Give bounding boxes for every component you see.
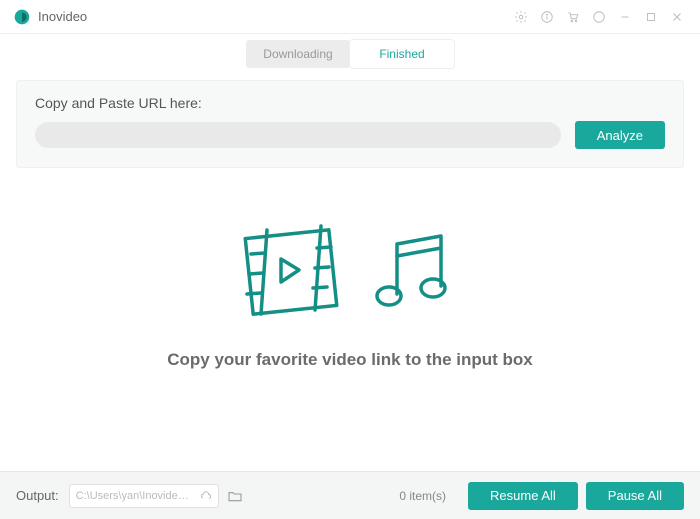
output-path-text: C:\Users\yan\Inovideo\D... xyxy=(76,490,194,502)
settings-icon[interactable] xyxy=(508,4,534,30)
film-icon xyxy=(241,224,341,320)
resume-all-button[interactable]: Resume All xyxy=(468,482,578,510)
titlebar: Inovideo xyxy=(0,0,700,34)
output-label: Output: xyxy=(16,488,59,503)
open-folder-button[interactable] xyxy=(227,488,243,504)
info-icon[interactable] xyxy=(534,4,560,30)
help-icon[interactable] xyxy=(586,4,612,30)
cart-icon[interactable] xyxy=(560,4,586,30)
url-label: Copy and Paste URL here: xyxy=(35,95,665,111)
empty-message: Copy your favorite video link to the inp… xyxy=(167,350,533,370)
minimize-icon[interactable] xyxy=(612,4,638,30)
app-title: Inovideo xyxy=(38,9,87,24)
app-logo-icon xyxy=(14,9,30,25)
item-count: 0 item(s) xyxy=(399,489,446,503)
url-input[interactable] xyxy=(35,122,561,148)
cloud-icon xyxy=(200,490,212,502)
empty-state: Copy your favorite video link to the inp… xyxy=(0,224,700,370)
tab-downloading[interactable]: Downloading xyxy=(246,40,350,68)
output-path-field[interactable]: C:\Users\yan\Inovideo\D... xyxy=(69,484,219,508)
footer: Output: C:\Users\yan\Inovideo\D... 0 ite… xyxy=(0,471,700,519)
pause-all-button[interactable]: Pause All xyxy=(586,482,684,510)
url-panel: Copy and Paste URL here: Analyze xyxy=(16,80,684,168)
tabs: Downloading Finished xyxy=(0,40,700,68)
music-note-icon xyxy=(363,224,459,320)
maximize-icon[interactable] xyxy=(638,4,664,30)
tab-finished[interactable]: Finished xyxy=(350,40,454,68)
analyze-button[interactable]: Analyze xyxy=(575,121,665,149)
close-icon[interactable] xyxy=(664,4,690,30)
